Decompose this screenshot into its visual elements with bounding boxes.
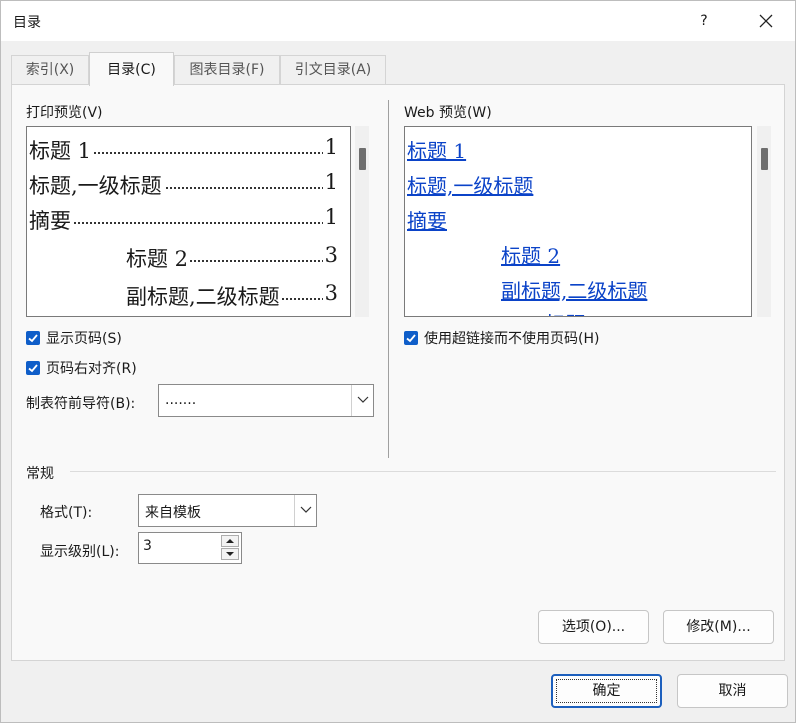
tab-table-of-figures[interactable]: 图表目录(F) — [174, 55, 280, 85]
close-button[interactable] — [749, 5, 783, 37]
tab-strip: 索引(X) 目录(C) 图表目录(F) 引文目录(A) — [11, 52, 785, 86]
toc-tab-panel: 打印预览(V) 标题 11 标题,一级标题 1 摘要 1 标题 23 副标题,二级标… — [11, 84, 785, 661]
show-levels-value[interactable]: 3 — [143, 538, 152, 554]
checkbox-checked-icon — [26, 361, 40, 375]
print-preview-label: 打印预览(V) — [26, 105, 103, 121]
triangle-down-icon — [226, 552, 234, 556]
show-levels-spinner[interactable]: 3 — [138, 532, 242, 564]
toc-dialog: 目录 ? 索引(X) 目录(C) 图表目录(F) 引文目录(A) 打印预览(V)… — [0, 0, 796, 723]
triangle-up-icon — [226, 539, 234, 543]
modify-button[interactable]: 修改(M)... — [663, 610, 774, 644]
print-preview-box[interactable]: 标题 11 标题,一级标题 1 摘要 1 标题 23 副标题,二级标题 3 — [26, 126, 351, 317]
spin-up-button[interactable] — [221, 535, 239, 547]
ok-button[interactable]: 确定 — [551, 674, 662, 708]
general-heading: 常规 — [26, 466, 54, 482]
tab-leader-select[interactable]: ....... — [158, 384, 374, 417]
close-icon — [759, 14, 773, 28]
help-button[interactable]: ? — [687, 5, 721, 37]
format-value: 来自模板 — [145, 505, 201, 521]
print-preview-line: 摘要 1 — [29, 205, 338, 235]
tab-table-of-authorities[interactable]: 引文目录(A) — [280, 55, 386, 85]
tab-leader-value: ....... — [165, 392, 197, 408]
web-preview-link[interactable]: 标题 1 — [407, 135, 466, 164]
web-preview-link[interactable]: 摘要 — [407, 205, 447, 234]
print-preview-line: 副标题,二级标题 3 — [126, 281, 338, 311]
window-title: 目录 — [13, 15, 41, 31]
tab-leader-label: 制表符前导符(B): — [26, 396, 136, 412]
web-preview-link[interactable]: 标题 3 — [545, 308, 604, 316]
vertical-divider — [388, 100, 389, 458]
options-button[interactable]: 选项(O)... — [538, 610, 649, 644]
print-preview-scrollbar[interactable] — [355, 126, 369, 317]
print-preview-line: 标题 23 — [126, 243, 338, 273]
web-preview-scrollbar[interactable] — [757, 126, 771, 317]
use-hyperlinks-checkbox[interactable]: 使用超链接而不使用页码(H) — [404, 328, 599, 348]
print-preview-line: 标题 11 — [29, 135, 338, 165]
dropdown-button[interactable] — [294, 495, 316, 526]
print-preview-line: 标题,一级标题 1 — [29, 170, 338, 200]
show-page-numbers-checkbox[interactable]: 显示页码(S) — [26, 328, 122, 348]
scrollbar-thumb[interactable] — [761, 148, 768, 170]
show-levels-label: 显示级别(L): — [40, 544, 120, 560]
cancel-button[interactable]: 取消 — [677, 674, 788, 708]
scrollbar-thumb[interactable] — [359, 148, 366, 170]
web-preview-link[interactable]: 标题 2 — [501, 240, 560, 269]
spin-down-button[interactable] — [221, 548, 239, 560]
tab-toc[interactable]: 目录(C) — [89, 52, 174, 86]
web-preview-link[interactable]: 标题,一级标题 — [407, 170, 533, 199]
format-select[interactable]: 来自模板 — [138, 494, 317, 527]
chevron-down-icon — [357, 396, 369, 403]
tab-index[interactable]: 索引(X) — [11, 55, 89, 85]
chevron-down-icon — [300, 506, 312, 513]
format-label: 格式(T): — [40, 505, 93, 521]
right-align-page-numbers-checkbox[interactable]: 页码右对齐(R) — [26, 358, 137, 378]
general-divider — [70, 471, 776, 472]
dropdown-button[interactable] — [351, 385, 373, 416]
web-preview-link[interactable]: 副标题,二级标题 — [501, 275, 647, 304]
checkbox-checked-icon — [26, 331, 40, 345]
web-preview-label: Web 预览(W) — [404, 105, 492, 121]
web-preview-box[interactable]: 标题 1 标题,一级标题 摘要 标题 2 副标题,二级标题 标题 3 — [404, 126, 752, 317]
title-bar: 目录 ? — [1, 1, 795, 41]
checkbox-checked-icon — [404, 331, 418, 345]
